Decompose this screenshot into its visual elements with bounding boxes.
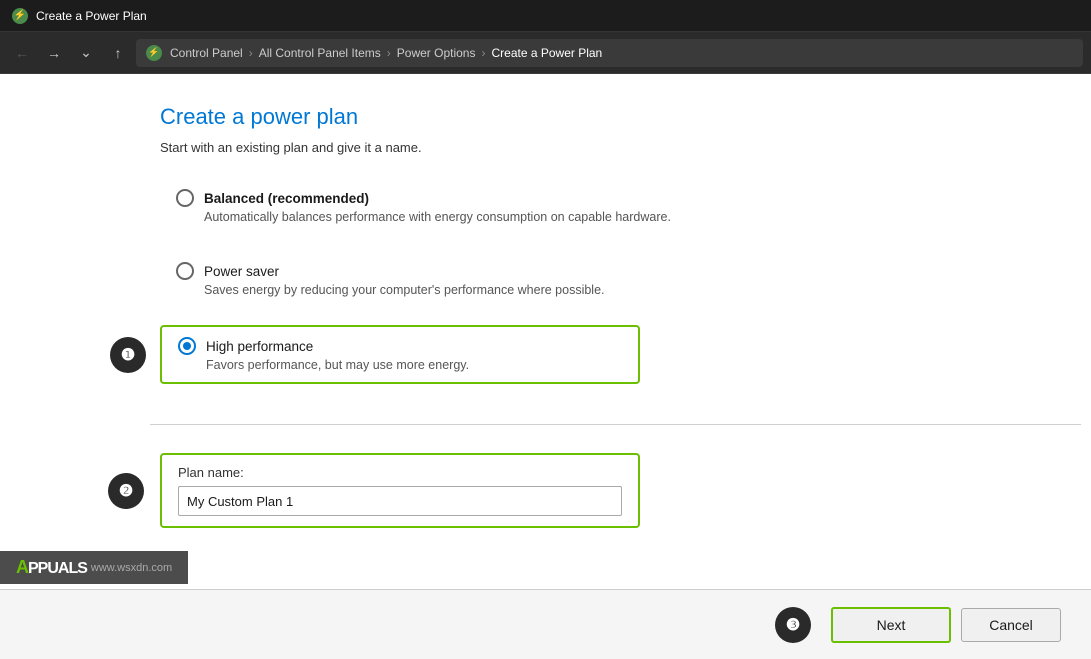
main-content: Create a power plan Start with an existi…: [0, 74, 1091, 659]
cancel-button[interactable]: Cancel: [961, 608, 1061, 642]
radio-option-power-saver[interactable]: Power saver Saves energy by reducing you…: [160, 252, 1051, 307]
divider: [150, 424, 1081, 425]
dropdown-button[interactable]: ⌄: [72, 39, 100, 67]
title-bar-icon: ⚡: [12, 8, 28, 24]
step-2-badge: ❷: [108, 473, 144, 509]
radio-balanced[interactable]: [176, 189, 194, 207]
radio-high-performance[interactable]: [178, 337, 196, 355]
radio-option-high-performance[interactable]: ❶ High performance Favors performance, b…: [160, 325, 640, 384]
plan-name-label: Plan name:: [178, 465, 622, 480]
next-button[interactable]: Next: [831, 607, 951, 643]
watermark-site: www.wsxdn.com: [91, 562, 172, 574]
breadcrumb-control-panel[interactable]: Control Panel: [170, 46, 243, 60]
footer: ❸ Next Cancel: [0, 589, 1091, 659]
radio-balanced-label: Balanced (recommended): [204, 191, 369, 206]
address-bar: ← → ⌄ ↑ ⚡ Control Panel › All Control Pa…: [0, 32, 1091, 74]
title-bar: ⚡ Create a Power Plan: [0, 0, 1091, 32]
radio-group: Balanced (recommended) Automatically bal…: [160, 179, 1051, 384]
radio-high-performance-desc: Favors performance, but may use more ene…: [178, 358, 622, 372]
radio-balanced-desc: Automatically balances performance with …: [176, 210, 1035, 224]
plan-name-wrapper: ❷ Plan name:: [160, 453, 1051, 528]
page-subtitle: Start with an existing plan and give it …: [160, 140, 1051, 155]
breadcrumb-bar: ⚡ Control Panel › All Control Panel Item…: [136, 39, 1083, 67]
title-bar-title: Create a Power Plan: [36, 9, 147, 23]
radio-power-saver-label: Power saver: [204, 264, 279, 279]
breadcrumb-current: Create a Power Plan: [491, 46, 602, 60]
radio-option-balanced[interactable]: Balanced (recommended) Automatically bal…: [160, 179, 1051, 234]
step-3-badge: ❸: [775, 607, 811, 643]
watermark: APPUALS www.wsxdn.com: [0, 551, 188, 584]
watermark-logo: APPUALS: [16, 557, 87, 578]
breadcrumb-all-items[interactable]: All Control Panel Items: [259, 46, 381, 60]
plan-name-section: Plan name:: [160, 453, 640, 528]
path-icon: ⚡: [146, 45, 162, 61]
page-title: Create a power plan: [160, 104, 1051, 130]
up-button[interactable]: ↑: [104, 39, 132, 67]
radio-power-saver[interactable]: [176, 262, 194, 280]
radio-power-saver-desc: Saves energy by reducing your computer's…: [176, 283, 1035, 297]
radio-high-performance-label: High performance: [206, 339, 313, 354]
back-button[interactable]: ←: [8, 39, 36, 67]
forward-button[interactable]: →: [40, 39, 68, 67]
step-1-badge: ❶: [110, 337, 146, 373]
breadcrumb-power-options[interactable]: Power Options: [397, 46, 476, 60]
plan-name-input[interactable]: [178, 486, 622, 516]
